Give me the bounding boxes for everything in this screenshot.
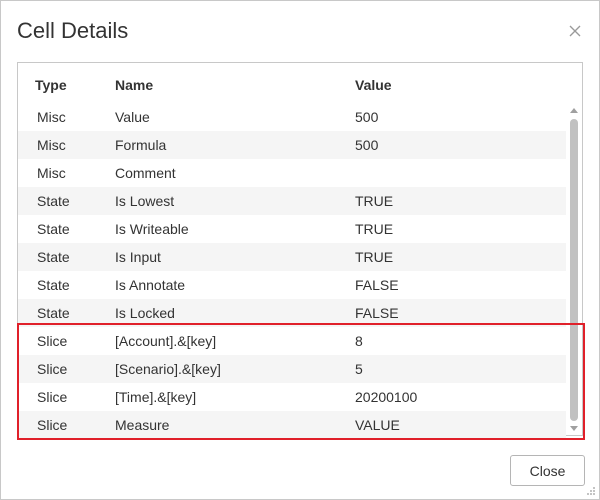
column-header-name[interactable]: Name bbox=[115, 77, 153, 93]
table-row[interactable]: State Is Writeable TRUE bbox=[18, 215, 566, 243]
value-cell: 5 bbox=[355, 361, 363, 377]
table-row[interactable]: Slice Measure VALUE bbox=[18, 411, 566, 439]
name-cell: Is Writeable bbox=[115, 221, 189, 237]
type-cell: State bbox=[37, 221, 70, 237]
name-cell: Is Lowest bbox=[115, 193, 175, 209]
type-cell: Slice bbox=[37, 389, 68, 405]
scroll-down-arrow-icon[interactable] bbox=[570, 426, 578, 431]
type-cell: State bbox=[37, 249, 70, 265]
table-row[interactable]: Slice [Account].&[key] 8 bbox=[18, 327, 566, 355]
table-row[interactable]: State Is Lowest TRUE bbox=[18, 187, 566, 215]
table-row[interactable]: Slice [Scenario].&[key] 5 bbox=[18, 355, 566, 383]
table-body: Misc Value 500 Misc Formula 500 Misc Com… bbox=[18, 103, 566, 439]
column-header-value[interactable]: Value bbox=[355, 77, 392, 93]
table-row[interactable]: Misc Value 500 bbox=[18, 103, 566, 131]
type-cell: State bbox=[37, 277, 70, 293]
name-cell: Measure bbox=[115, 417, 170, 433]
dialog-title: Cell Details bbox=[17, 18, 129, 43]
name-cell: Is Input bbox=[115, 249, 161, 265]
type-cell: Misc bbox=[37, 137, 66, 153]
table-row[interactable]: Misc Comment bbox=[18, 159, 566, 187]
table-row[interactable]: State Is Locked FALSE bbox=[18, 299, 566, 327]
value-cell: TRUE bbox=[355, 249, 394, 265]
value-cell: TRUE bbox=[355, 193, 394, 209]
value-cell: TRUE bbox=[355, 221, 394, 237]
name-cell: [Account].&[key] bbox=[115, 333, 217, 349]
value-cell: FALSE bbox=[355, 277, 399, 293]
name-cell: [Scenario].&[key] bbox=[115, 361, 221, 377]
close-icon[interactable] bbox=[567, 23, 583, 39]
name-cell: Comment bbox=[115, 165, 176, 181]
close-button[interactable]: Close bbox=[510, 455, 585, 486]
name-cell: Is Annotate bbox=[115, 277, 186, 293]
type-cell: Misc bbox=[37, 109, 66, 125]
type-cell: State bbox=[37, 305, 70, 321]
type-cell: Slice bbox=[37, 361, 68, 377]
value-cell: 8 bbox=[355, 333, 363, 349]
cell-details-table: Type Name Value Misc Value 500 Misc Form… bbox=[17, 62, 583, 439]
column-header-type[interactable]: Type bbox=[35, 77, 67, 93]
name-cell: [Time].&[key] bbox=[115, 389, 197, 405]
table-row[interactable]: State Is Annotate FALSE bbox=[18, 271, 566, 299]
cell-details-dialog: Cell Details Type Name Value Misc Value … bbox=[0, 0, 600, 500]
value-cell: 500 bbox=[355, 137, 379, 153]
value-cell: 20200100 bbox=[355, 389, 418, 405]
value-cell: FALSE bbox=[355, 305, 399, 321]
table-row[interactable]: Slice [Time].&[key] 20200100 bbox=[18, 383, 566, 411]
type-cell: Misc bbox=[37, 165, 66, 181]
type-cell: State bbox=[37, 193, 70, 209]
scroll-up-arrow-icon[interactable] bbox=[570, 108, 578, 113]
name-cell: Formula bbox=[115, 137, 167, 153]
resize-grip-icon[interactable] bbox=[586, 486, 596, 496]
type-cell: Slice bbox=[37, 333, 68, 349]
type-cell: Slice bbox=[37, 417, 68, 433]
name-cell: Is Locked bbox=[115, 305, 175, 321]
table-row[interactable]: Misc Formula 500 bbox=[18, 131, 566, 159]
table-row[interactable]: State Is Input TRUE bbox=[18, 243, 566, 271]
scrollbar-thumb[interactable] bbox=[570, 119, 578, 421]
name-cell: Value bbox=[115, 109, 150, 125]
value-cell: 500 bbox=[355, 109, 379, 125]
value-cell: VALUE bbox=[355, 417, 400, 433]
vertical-scrollbar[interactable] bbox=[567, 103, 581, 433]
